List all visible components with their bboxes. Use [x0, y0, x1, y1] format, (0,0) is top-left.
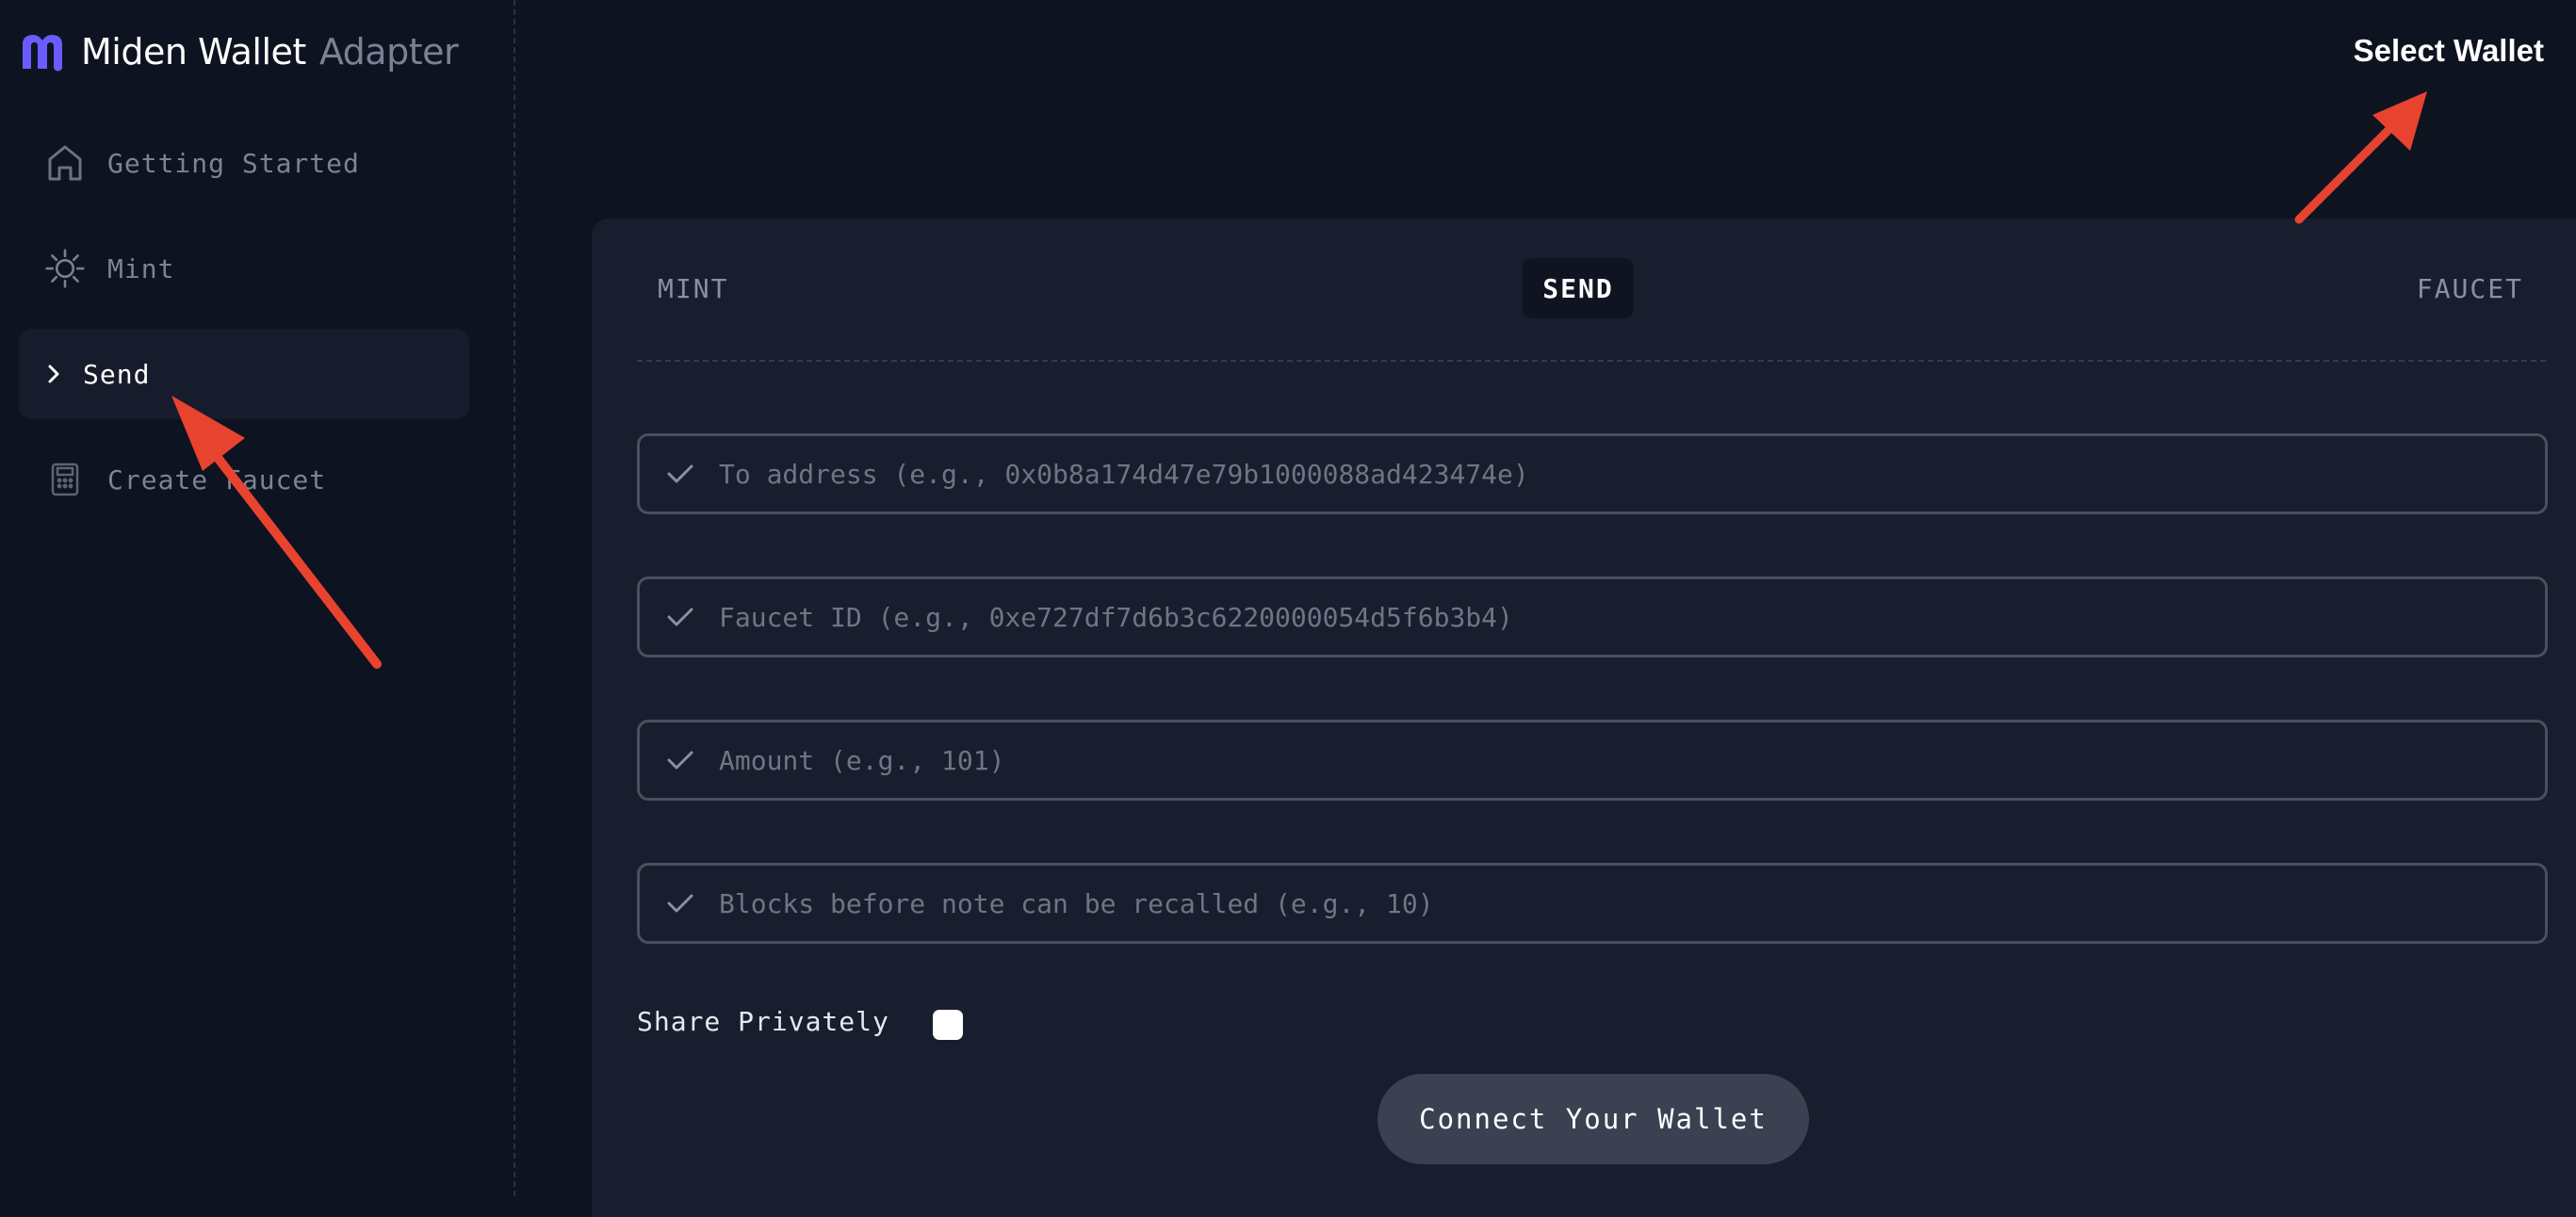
brand-suffix: Adapter — [318, 31, 459, 73]
check-icon — [664, 601, 696, 633]
share-privately-checkbox[interactable] — [933, 1010, 963, 1040]
tab-mint[interactable]: MINT — [637, 258, 750, 318]
calculator-icon — [45, 460, 85, 499]
sidebar-item-label: Send — [83, 358, 151, 390]
amount-field[interactable] — [637, 720, 2548, 801]
arrow-to-select-wallet — [2294, 91, 2427, 224]
sidebar: Miden Wallet Adapter Getting Started Min… — [0, 0, 515, 1196]
connect-wallet-button[interactable]: Connect Your Wallet — [1378, 1074, 1809, 1164]
sidebar-item-mint[interactable]: Mint — [19, 223, 469, 314]
check-icon — [664, 458, 696, 490]
sidebar-item-create-faucet[interactable]: Create Faucet — [19, 434, 469, 525]
sidebar-item-send[interactable]: Send — [19, 329, 469, 419]
sidebar-item-label: Getting Started — [107, 147, 360, 179]
tab-bar: MINT SEND FAUCET — [637, 258, 2546, 362]
check-icon — [664, 887, 696, 919]
check-icon — [664, 744, 696, 776]
send-panel: MINT SEND FAUCET Share Privately Connect… — [592, 219, 2576, 1217]
home-icon — [45, 143, 85, 183]
to-address-field[interactable] — [637, 433, 2548, 514]
miden-logo-icon — [23, 35, 62, 72]
amount-input[interactable] — [717, 722, 2545, 798]
faucet-id-field[interactable] — [637, 576, 2548, 657]
share-privately-label: Share Privately — [637, 1006, 889, 1037]
sidebar-item-label: Create Faucet — [107, 463, 327, 495]
sun-icon — [45, 249, 85, 288]
brand[interactable]: Miden Wallet Adapter — [19, 26, 459, 77]
chevron-right-icon — [41, 354, 66, 394]
sidebar-item-getting-started[interactable]: Getting Started — [19, 118, 469, 208]
tab-send[interactable]: SEND — [1523, 258, 1634, 318]
recall-blocks-field[interactable] — [637, 863, 2548, 944]
recall-blocks-input[interactable] — [717, 866, 2545, 941]
faucet-id-input[interactable] — [717, 579, 2545, 655]
select-wallet-button[interactable]: Select Wallet — [2348, 32, 2550, 70]
brand-name: Miden Wallet — [81, 31, 306, 73]
tab-faucet[interactable]: FAUCET — [2395, 258, 2546, 318]
sidebar-item-label: Mint — [107, 252, 175, 284]
to-address-input[interactable] — [717, 436, 2545, 511]
